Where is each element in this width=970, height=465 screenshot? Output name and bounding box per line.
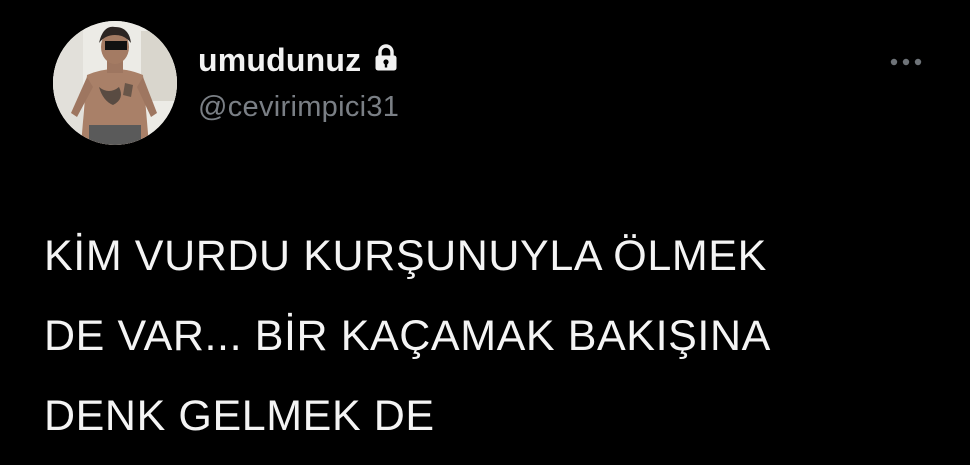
- tweet-text: KİM VURDU KURŞUNUYLA ÖLMEK DE VAR... BİR…: [44, 216, 944, 456]
- display-name[interactable]: umudunuz: [198, 40, 361, 80]
- more-horizontal-icon: [890, 58, 922, 66]
- more-options-button[interactable]: [886, 52, 926, 72]
- tweet-card: umudunuz @cevirimpici31 KİM VURDU KURŞUN…: [0, 0, 970, 465]
- avatar[interactable]: [53, 21, 177, 145]
- lock-icon: [373, 44, 399, 72]
- display-name-row: umudunuz: [198, 40, 399, 80]
- tweet-text-line: DE VAR... BİR KAÇAMAK BAKIŞINA: [44, 312, 771, 360]
- tweet-text-line: KİM VURDU KURŞUNUYLA ÖLMEK: [44, 232, 767, 280]
- profile-photo: [53, 21, 177, 145]
- user-info: umudunuz @cevirimpici31: [198, 40, 399, 124]
- tweet-text-line: DENK GELMEK DE: [44, 392, 435, 440]
- user-handle[interactable]: @cevirimpici31: [198, 90, 399, 124]
